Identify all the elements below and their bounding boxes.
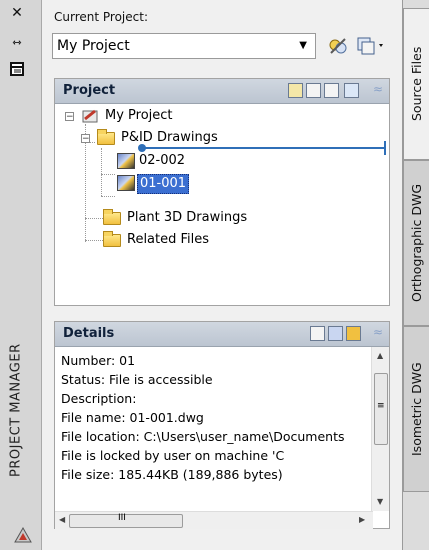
drawing-icon <box>117 153 135 169</box>
scroll-grip-icon: ≡ <box>377 401 385 411</box>
current-project-value: My Project <box>57 38 130 54</box>
tree-item-label: Plant 3D Drawings <box>127 210 248 225</box>
details-view-icon[interactable] <box>310 326 325 341</box>
palette-title: PROJECT MANAGER <box>8 343 24 477</box>
collapse-node-icon[interactable]: − <box>65 112 74 122</box>
preview-view-icon[interactable] <box>328 326 343 341</box>
vertical-scroll-thumb[interactable]: ≡ <box>374 373 388 445</box>
details-text: Number: 01 Status: File is accessible De… <box>61 351 361 484</box>
tree-item-label: P&ID Drawings <box>121 130 218 145</box>
tree-item-related-files[interactable]: Related Files <box>55 231 385 249</box>
project-icon <box>81 108 101 130</box>
project-setup-icon[interactable] <box>327 35 349 57</box>
collapse-icon[interactable]: ≈ <box>373 325 383 339</box>
details-group: Details ≈ Number: 01 Status: File is acc… <box>54 321 390 529</box>
detail-lock-status: File is locked by user on machine 'C <box>61 448 285 463</box>
horizontal-scroll-thumb[interactable]: III <box>69 513 183 528</box>
folder-icon <box>103 231 121 247</box>
scroll-right-icon[interactable]: ▶ <box>359 515 365 524</box>
project-tree: − My Project − P&ID Drawings 02-002 01-0… <box>55 104 389 299</box>
detail-status: Status: File is accessible <box>61 372 213 387</box>
tree-item-plant3d-drawings[interactable]: Plant 3D Drawings <box>55 209 385 227</box>
history-view-icon[interactable] <box>346 326 361 341</box>
new-folder-icon[interactable] <box>288 83 303 98</box>
tab-isometric-dwg[interactable]: Isometric DWG <box>403 326 429 492</box>
annotation-end-tick <box>384 141 386 155</box>
scroll-grip-icon: III <box>118 513 126 523</box>
detail-file-location: File location: C:\Users\user_name\Docume… <box>61 429 345 444</box>
drawing-icon <box>117 175 135 191</box>
tree-item-01-001[interactable]: 01-001 <box>55 174 385 194</box>
details-group-header: Details ≈ <box>55 322 389 347</box>
tree-item-pid-drawings[interactable]: − P&ID Drawings <box>55 129 385 147</box>
details-vertical-scrollbar[interactable]: ▲ ≡ ▼ <box>371 347 389 511</box>
autocad-logo <box>14 526 32 544</box>
tree-item-02-002[interactable]: 02-002 <box>55 152 385 170</box>
detail-number: Number: 01 <box>61 353 136 368</box>
current-project-dropdown[interactable]: My Project ▼ <box>52 33 316 59</box>
detail-file-name: File name: 01-001.dwg <box>61 410 204 425</box>
project-group: Project ≈ − My Project − P&ID Drawings 0… <box>54 78 390 306</box>
tree-item-label: My Project <box>105 108 173 123</box>
folder-icon <box>97 129 115 145</box>
chevron-down-icon: ▼ <box>299 40 307 51</box>
detail-description: Description: <box>61 391 137 406</box>
project-group-header: Project ≈ <box>55 79 389 104</box>
tree-item-label-selected: 01-001 <box>137 174 190 194</box>
copy-drawing-icon[interactable] <box>324 83 339 98</box>
scroll-down-icon[interactable]: ▼ <box>377 497 383 506</box>
tree-connector <box>101 196 115 197</box>
collapse-icon[interactable]: ≈ <box>373 82 383 96</box>
details-content: Number: 01 Status: File is accessible De… <box>55 347 389 529</box>
project-group-title: Project <box>63 83 116 98</box>
detail-file-size: File size: 185.44KB (189,886 bytes) <box>61 467 283 482</box>
details-group-title: Details <box>63 326 115 341</box>
new-drawing-icon[interactable] <box>306 83 321 98</box>
tree-item-label: 02-002 <box>139 153 186 168</box>
tab-orthographic-dwg[interactable]: Orthographic DWG <box>403 160 429 326</box>
folder-icon <box>103 209 121 225</box>
details-horizontal-scrollbar[interactable]: ◀ III ▶ <box>55 511 373 529</box>
properties-icon[interactable] <box>9 62 25 76</box>
project-actions-button[interactable] <box>355 33 389 59</box>
scroll-left-icon[interactable]: ◀ <box>59 515 65 524</box>
annotation-line <box>142 147 386 149</box>
tree-item-my-project[interactable]: − My Project <box>55 107 385 125</box>
left-palette-strip: ✕ ⇿ PROJECT MANAGER <box>0 0 42 550</box>
project-manager-main: Current Project: My Project ▼ Project ≈ <box>42 0 402 550</box>
tab-source-files[interactable]: Source Files <box>403 8 429 160</box>
auto-hide-icon[interactable]: ⇿ <box>9 36 25 50</box>
current-project-label: Current Project: <box>54 10 148 24</box>
close-icon[interactable]: ✕ <box>9 6 25 20</box>
scroll-up-icon[interactable]: ▲ <box>377 351 383 360</box>
collapse-node-icon[interactable]: − <box>81 134 90 144</box>
refresh-icon[interactable] <box>344 83 359 98</box>
right-tab-strip: Source Files Orthographic DWG Isometric … <box>402 0 429 550</box>
tree-item-label: Related Files <box>127 232 210 247</box>
